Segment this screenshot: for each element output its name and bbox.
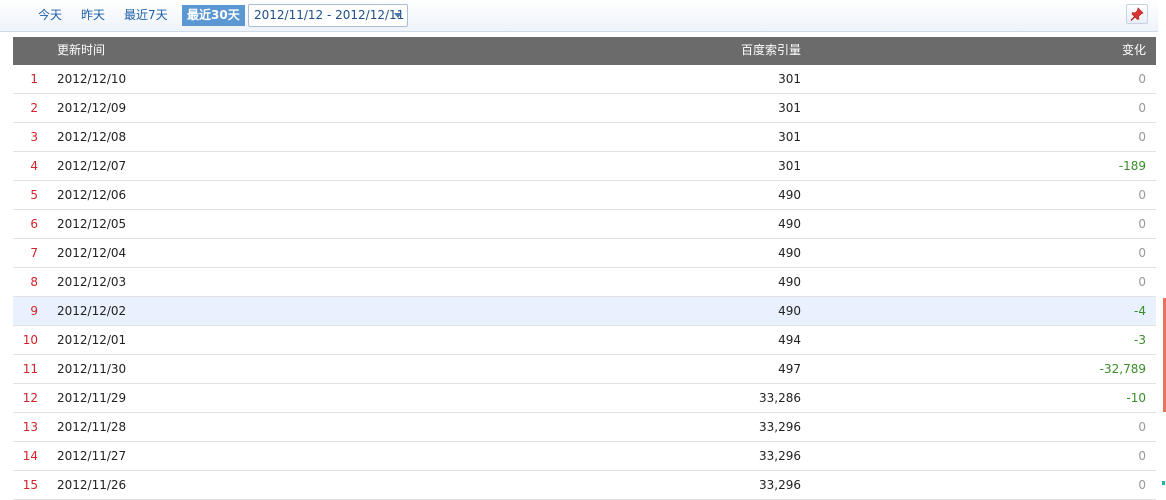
row-date: 2012/11/27 [57, 449, 127, 463]
row-change: 0 [1138, 275, 1146, 289]
range-today-button[interactable]: 今天 [33, 5, 67, 26]
table-row[interactable]: 5 2012/12/06 490 0 [13, 181, 1156, 210]
row-index-count: 301 [778, 130, 801, 144]
row-number: 15 [22, 478, 38, 492]
table-header: 更新时间 百度索引量 变化 [13, 37, 1156, 65]
index-table: 更新时间 百度索引量 变化 1 2012/12/10 301 0 2 2012/12/09… [13, 37, 1156, 500]
row-change: 0 [1138, 130, 1146, 144]
date-range-value: 2012/11/12 - 2012/12/11 [254, 8, 405, 22]
table-row[interactable]: 12 2012/11/29 33,286 -10 [13, 384, 1156, 413]
row-change: -3 [1134, 333, 1146, 347]
row-index-count: 494 [778, 333, 801, 347]
row-date: 2012/11/26 [57, 478, 127, 492]
header-baidu-index[interactable]: 百度索引量 [741, 37, 801, 63]
row-change: -189 [1118, 159, 1146, 173]
table-row[interactable]: 15 2012/11/26 33,296 0 [13, 471, 1156, 500]
row-number: 1 [30, 72, 38, 86]
header-update-time[interactable]: 更新时间 [57, 37, 105, 63]
row-index-count: 497 [778, 362, 801, 376]
row-index-count: 490 [778, 217, 801, 231]
range-yesterday-button[interactable]: 昨天 [76, 5, 110, 26]
row-number: 13 [22, 420, 38, 434]
pin-button[interactable] [1126, 4, 1148, 24]
row-number: 8 [30, 275, 38, 289]
row-date: 2012/12/01 [57, 333, 127, 347]
table-row[interactable]: 13 2012/11/28 33,296 0 [13, 413, 1156, 442]
table-row[interactable]: 9 2012/12/02 490 -4 [13, 297, 1156, 326]
row-date: 2012/12/03 [57, 275, 127, 289]
table-row[interactable]: 10 2012/12/01 494 -3 [13, 326, 1156, 355]
row-change: 0 [1138, 420, 1146, 434]
row-date: 2012/12/09 [57, 101, 127, 115]
row-date: 2012/12/08 [57, 130, 127, 144]
row-date: 2012/12/04 [57, 246, 127, 260]
row-index-count: 490 [778, 246, 801, 260]
table-row[interactable]: 11 2012/11/30 497 -32,789 [13, 355, 1156, 384]
row-index-count: 33,286 [759, 391, 801, 405]
table-row[interactable]: 3 2012/12/08 301 0 [13, 123, 1156, 152]
row-index-count: 490 [778, 188, 801, 202]
table-row[interactable]: 1 2012/12/10 301 0 [13, 65, 1156, 94]
row-date: 2012/12/02 [57, 304, 127, 318]
row-index-count: 301 [778, 72, 801, 86]
row-change: 0 [1138, 246, 1146, 260]
table-row[interactable]: 8 2012/12/03 490 0 [13, 268, 1156, 297]
row-change: -4 [1134, 304, 1146, 318]
row-index-count: 490 [778, 275, 801, 289]
row-number: 6 [30, 217, 38, 231]
row-number: 5 [30, 188, 38, 202]
date-range-picker[interactable]: 2012/11/12 - 2012/12/11 [248, 4, 408, 27]
row-index-count: 301 [778, 101, 801, 115]
corner-marker [1162, 481, 1165, 485]
range-7days-button[interactable]: 最近7天 [119, 5, 173, 26]
row-number: 3 [30, 130, 38, 144]
row-change: 0 [1138, 188, 1146, 202]
table-row[interactable]: 14 2012/11/27 33,296 0 [13, 442, 1156, 471]
row-index-count: 490 [778, 304, 801, 318]
row-change: 0 [1138, 101, 1146, 115]
header-change[interactable]: 变化 [1122, 37, 1146, 63]
row-date: 2012/11/28 [57, 420, 127, 434]
range-30days-button[interactable]: 最近30天 [182, 5, 245, 26]
row-index-count: 33,296 [759, 449, 801, 463]
row-date: 2012/12/06 [57, 188, 127, 202]
row-date: 2012/11/29 [57, 391, 127, 405]
row-number: 12 [22, 391, 38, 405]
pin-icon [1130, 7, 1144, 21]
row-date: 2012/11/30 [57, 362, 127, 376]
row-change: 0 [1138, 478, 1146, 492]
row-number: 14 [22, 449, 38, 463]
row-change: 0 [1138, 72, 1146, 86]
table-row[interactable]: 6 2012/12/05 490 0 [13, 210, 1156, 239]
row-number: 11 [22, 362, 38, 376]
row-number: 4 [30, 159, 38, 173]
row-number: 10 [22, 333, 38, 347]
row-date: 2012/12/05 [57, 217, 127, 231]
table-body: 1 2012/12/10 301 0 2 2012/12/09 301 0 3 2012/12/0… [13, 65, 1156, 500]
chevron-down-icon[interactable] [394, 13, 402, 18]
toolbar: 今天 昨天 最近7天 最近30天 2012/11/12 - 2012/12/11 [0, 0, 1158, 32]
row-number: 2 [30, 101, 38, 115]
table-row[interactable]: 7 2012/12/04 490 0 [13, 239, 1156, 268]
row-date: 2012/12/07 [57, 159, 127, 173]
table-row[interactable]: 4 2012/12/07 301 -189 [13, 152, 1156, 181]
row-index-count: 33,296 [759, 478, 801, 492]
row-change: -10 [1126, 391, 1146, 405]
row-number: 7 [30, 246, 38, 260]
row-number: 9 [30, 304, 38, 318]
table-row[interactable]: 2 2012/12/09 301 0 [13, 94, 1156, 123]
row-index-count: 301 [778, 159, 801, 173]
row-change: 0 [1138, 449, 1146, 463]
row-index-count: 33,296 [759, 420, 801, 434]
row-change: -32,789 [1099, 362, 1146, 376]
row-date: 2012/12/10 [57, 72, 127, 86]
row-change: 0 [1138, 217, 1146, 231]
